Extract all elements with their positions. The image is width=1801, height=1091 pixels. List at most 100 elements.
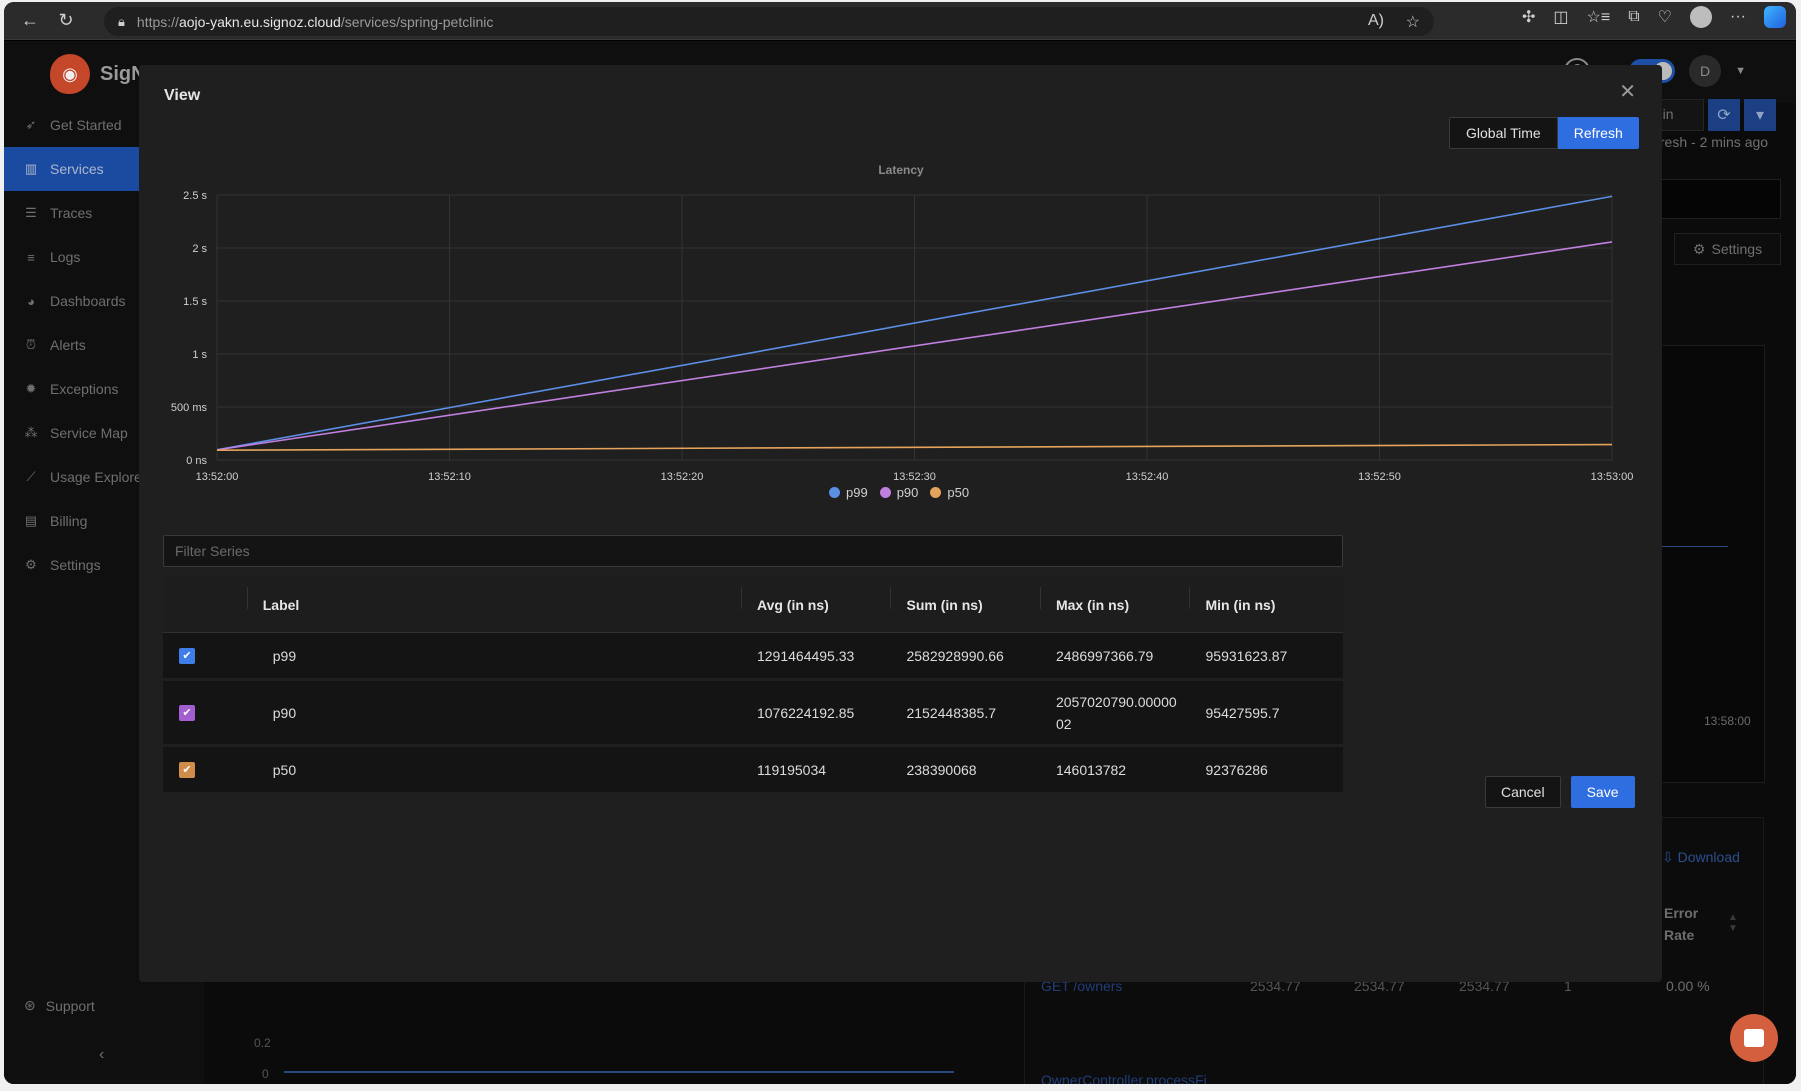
url-scheme: https:// (136, 13, 179, 30)
error-rate-header[interactable]: Error Rate (1664, 902, 1724, 946)
split-screen-icon[interactable]: ◫ (1553, 7, 1568, 27)
browser-window: ← ↻ 🔒︎ https://aojo-yakn.eu.signoz.cloud… (4, 2, 1796, 1084)
signoz-eye-icon: ◉ (50, 54, 90, 94)
gear-icon: ⚙ (25, 557, 37, 572)
favorites-icon[interactable]: ☆≡ (1587, 7, 1611, 27)
refresh-button[interactable]: Refresh (1557, 117, 1639, 149)
legend-dot-icon (930, 487, 942, 498)
sidebar-item-label: Get Started (50, 117, 122, 133)
sidebar-item-label: Usage Explorer (50, 469, 147, 485)
row-checkbox-cell: ✔ (163, 647, 247, 664)
row-checkbox-cell: ✔ (163, 761, 247, 778)
collections-icon[interactable]: ⧉ (1628, 8, 1639, 26)
chat-icon (1744, 1029, 1764, 1047)
reload-icon[interactable]: ↻ (48, 6, 84, 36)
checkmark-icon: ✔ (182, 706, 192, 719)
series-min: 95931623.87 (1205, 647, 1288, 664)
legend-dot-icon (879, 487, 891, 498)
header-label: Label (246, 586, 741, 613)
list-icon: ☰ (25, 205, 37, 220)
series-sum: 2582928990.66 (906, 647, 1004, 664)
sidebar-item-label: Dashboards (50, 293, 126, 309)
sort-icon[interactable]: ▲ ▼ (1728, 912, 1738, 934)
y-tick-label: 1 s (192, 349, 207, 361)
user-dropdown-caret-icon[interactable]: ▼ (1735, 65, 1746, 77)
background-settings-button[interactable]: ⚙ Settings (1674, 233, 1781, 265)
close-icon[interactable]: ✕ (1619, 79, 1636, 104)
header-sum: Sum (in ns) (890, 586, 1040, 613)
table-row[interactable]: ✔ p99 1291464495.33 2582928990.66 2486997366… (163, 633, 1343, 681)
refresh-icon[interactable]: ⟳ (1708, 99, 1740, 131)
sidebar-item-label: Billing (50, 513, 88, 529)
view-modal: View ✕ Global Time Refresh Latency 0 ns 5… (139, 65, 1662, 982)
sidebar-item-label: Service Map (50, 425, 128, 441)
background-left-chart-tick: 0.2 (254, 1036, 271, 1050)
bug-icon: ✹ (25, 381, 37, 396)
series-sum: 238390068 (906, 761, 977, 778)
browser-essentials-icon[interactable]: ♡ (1658, 7, 1672, 27)
refresh-dropdown-caret-icon[interactable]: ▾ (1744, 99, 1776, 131)
lock-icon: 🔒︎ (118, 13, 125, 29)
series-max: 2486997366.79 (1055, 647, 1154, 664)
y-tick-label: 2 s (192, 243, 207, 255)
legend-item-p90[interactable]: p90 (879, 485, 919, 500)
extensions-icon[interactable]: ✣ (1522, 7, 1535, 27)
chart-legend: p99 p90 p50 (829, 485, 969, 500)
cancel-button[interactable]: Cancel (1485, 776, 1561, 808)
chat-support-button[interactable] (1730, 1014, 1778, 1062)
bar-chart-icon: ▥ (24, 161, 38, 176)
background-row2-name[interactable]: OwnerController.processFi (1041, 1072, 1207, 1084)
y-tick-label: 1.5 s (183, 296, 207, 308)
sidebar-item-label: Services (50, 161, 104, 177)
copilot-icon[interactable] (1764, 6, 1786, 28)
service-map-icon: ⁂ (24, 425, 38, 440)
support-icon: ⊛ (24, 997, 36, 1013)
profile-avatar-icon[interactable] (1690, 6, 1713, 28)
user-avatar[interactable]: D (1689, 55, 1722, 87)
series-checkbox[interactable]: ✔ (179, 704, 195, 721)
sidebar-item-label: Logs (50, 249, 81, 265)
series-sum: 2152448385.7 (906, 704, 997, 721)
more-menu-icon[interactable]: ··· (1730, 8, 1746, 26)
table-body: ✔ p99 1291464495.33 2582928990.66 2486997366… (163, 633, 1343, 795)
support-link[interactable]: ⊛ Support (24, 997, 95, 1014)
dashboard-icon: ◕ (27, 293, 35, 309)
modal-title: View (164, 87, 201, 104)
table-row[interactable]: ✔ p90 1076224192.85 2152448385.7 2057020790.… (163, 681, 1343, 747)
series-max: 2057020790.0000002 (1055, 693, 1177, 732)
background-chart-xtick: 13:58:00 (1704, 714, 1751, 728)
sidebar-item-label: Settings (50, 557, 101, 573)
legend-label: p90 (896, 485, 919, 500)
address-bar[interactable]: 🔒︎ https://aojo-yakn.eu.signoz.cloud/ser… (104, 7, 1434, 36)
y-axis: 0 ns 500 ms 1 s 1.5 s 2 s 2.5 s (171, 190, 208, 467)
save-button[interactable]: Save (1570, 776, 1635, 808)
latency-chart: Latency 0 ns 500 ms 1 s 1.5 s 2 s 2.5 s 13:52… (171, 163, 1633, 483)
read-aloud-icon[interactable]: A) (1368, 12, 1384, 30)
background-search-input[interactable] (1659, 179, 1781, 219)
last-refreshed-text: fresh - 2 mins ago (1656, 134, 1769, 150)
series-min: 92376286 (1205, 761, 1268, 778)
checkmark-icon: ✔ (182, 649, 192, 662)
download-link[interactable]: ⇩ Download (1662, 849, 1740, 866)
series-checkbox[interactable]: ✔ (179, 761, 195, 778)
gear-icon: ⚙ (1692, 240, 1706, 257)
table-row[interactable]: ✔ p50 119195034 238390068 146013782 92376286 (163, 747, 1343, 795)
x-tick-label: 13:52:50 (1358, 471, 1401, 483)
time-mode-group: Global Time Refresh (1449, 117, 1639, 149)
favorite-star-icon[interactable]: ☆ (1406, 12, 1420, 32)
back-icon[interactable]: ← (12, 6, 48, 36)
filter-series-input[interactable] (163, 535, 1343, 567)
global-time-button[interactable]: Global Time (1449, 117, 1558, 149)
series-table: Label Avg (in ns) Sum (in ns) Max (in ns… (163, 577, 1343, 795)
series-checkbox[interactable]: ✔ (179, 647, 195, 664)
collapse-sidebar-icon[interactable]: ‹ (99, 1046, 104, 1064)
y-tick-label: 500 ms (171, 402, 208, 414)
support-label: Support (45, 997, 95, 1014)
line-chart-icon: ⟋ (26, 469, 36, 484)
legend-item-p99[interactable]: p99 (829, 485, 868, 500)
sidebar-item-label: Alerts (50, 337, 86, 353)
legend-item-p50[interactable]: p50 (930, 485, 969, 500)
y-tick-label: 0 ns (186, 455, 207, 467)
modal-footer: Cancel Save (1485, 776, 1635, 808)
x-tick-label: 13:52:00 (196, 471, 239, 483)
